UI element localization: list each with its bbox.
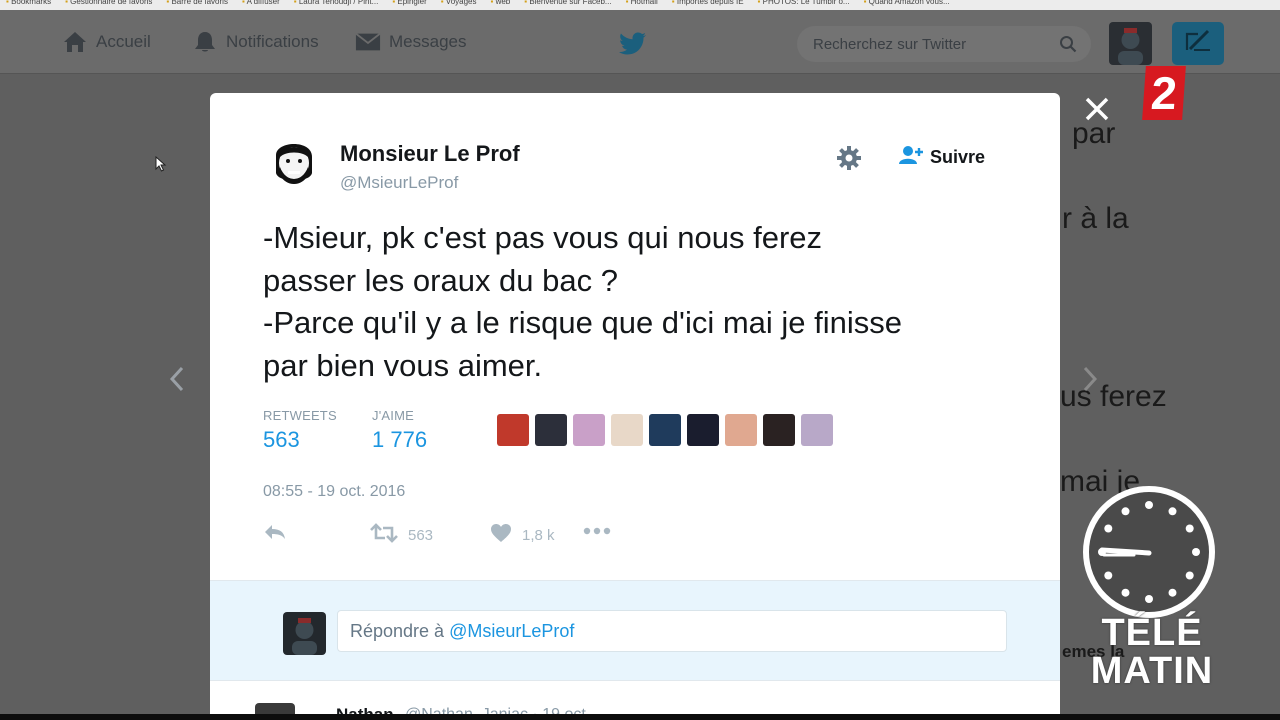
gear-icon[interactable] xyxy=(836,145,862,171)
search-placeholder: Recherchez sur Twitter xyxy=(813,35,967,53)
nav-messages-label: Messages xyxy=(389,32,467,51)
bookmark-item[interactable]: Quand Amazon vous... xyxy=(864,0,950,10)
bookmark-item[interactable]: A diffuser xyxy=(242,0,280,10)
background-text-line: us ferez xyxy=(1060,380,1167,413)
reply-prefix: Répondre à xyxy=(350,620,445,641)
close-icon[interactable] xyxy=(1082,94,1112,124)
bookmark-item[interactable]: Barre de favoris xyxy=(166,0,227,10)
video-bottom-bar xyxy=(0,714,1280,720)
bookmark-item[interactable]: Importés depuis IE xyxy=(672,0,744,10)
reply-button[interactable] xyxy=(263,523,287,545)
retweet-button[interactable]: 563 xyxy=(370,523,433,547)
current-user-avatar xyxy=(283,612,326,655)
retweet-action-count: 563 xyxy=(408,526,434,544)
liker-avatar[interactable] xyxy=(573,414,605,446)
like-action-count: 1,8 k xyxy=(522,526,555,544)
retweet-icon xyxy=(370,523,398,547)
more-dots-icon xyxy=(583,523,611,540)
liker-avatar[interactable] xyxy=(687,414,719,446)
liker-avatar[interactable] xyxy=(801,414,833,446)
retweets-label: RETWEETS xyxy=(263,408,337,423)
likes-count[interactable]: 1 776 xyxy=(372,427,427,453)
follow-label: Suivre xyxy=(930,147,986,167)
show-title-line2: MATIN xyxy=(1090,650,1214,692)
show-title: TÉLÉ MATIN xyxy=(1085,614,1219,690)
like-button[interactable]: 1,8 k xyxy=(490,523,555,547)
bell-icon xyxy=(192,30,218,54)
bookmark-item[interactable]: Laura Tenoudji / Pint... xyxy=(294,0,378,10)
background-text-line: r à la xyxy=(1062,202,1129,235)
nav-notifications-label: Notifications xyxy=(226,32,319,51)
author-handle[interactable]: @MsieurLeProf xyxy=(340,173,458,193)
tweet-timestamp[interactable]: 08:55 - 19 oct. 2016 xyxy=(263,483,405,501)
liker-avatar[interactable] xyxy=(649,414,681,446)
likers-list xyxy=(497,414,833,446)
previous-tweet-arrow[interactable] xyxy=(167,364,187,394)
liker-avatar[interactable] xyxy=(535,414,567,446)
mouse-cursor-icon xyxy=(155,155,167,177)
bookmark-item[interactable]: Voyages xyxy=(441,0,477,10)
profile-avatar[interactable] xyxy=(1109,22,1152,65)
envelope-icon xyxy=(355,30,381,54)
author-display-name[interactable]: Monsieur Le Prof xyxy=(340,141,520,167)
heart-icon xyxy=(490,523,512,547)
next-tweet-arrow[interactable] xyxy=(1080,364,1100,394)
tweet-text: -Msieur, pk c'est pas vous qui nous fere… xyxy=(263,220,903,383)
channel-logo: 2 xyxy=(1142,66,1186,120)
compose-tweet-button[interactable] xyxy=(1172,22,1224,65)
reply-input[interactable]: Répondre à @MsieurLeProf xyxy=(337,610,1007,652)
nav-home-label: Accueil xyxy=(96,32,151,51)
twitter-bird-icon[interactable] xyxy=(619,32,647,61)
bookmark-item[interactable]: Bienvenue sur Faceb... xyxy=(524,0,611,10)
top-navigation: Accueil Notifications Messages Recherche… xyxy=(0,10,1280,74)
clock-icon xyxy=(1082,485,1216,619)
retweets-count[interactable]: 563 xyxy=(263,427,300,453)
bookmark-item[interactable]: Bookmarks xyxy=(6,0,51,10)
bookmarks-bar: Bookmarks Gestionnaire de favoris Barre de… xyxy=(0,0,1280,10)
search-icon[interactable] xyxy=(1059,35,1077,57)
more-options-button[interactable] xyxy=(583,523,611,540)
nav-home[interactable]: Accueil xyxy=(62,30,151,54)
bookmark-item[interactable]: web xyxy=(491,0,511,10)
bookmark-item[interactable]: Hotmail xyxy=(626,0,658,10)
bookmark-item[interactable]: PHOTOS: Le Tumblr o... xyxy=(758,0,850,10)
follow-button[interactable]: Suivre xyxy=(898,145,985,170)
search-input[interactable]: Recherchez sur Twitter xyxy=(797,26,1091,62)
home-icon xyxy=(62,30,88,54)
add-user-icon xyxy=(898,145,924,170)
liker-avatar[interactable] xyxy=(497,414,529,446)
tweet-modal: Monsieur Le Prof @MsieurLeProf Suivre -M… xyxy=(210,93,1060,720)
bookmark-item[interactable]: Gestionnaire de favoris xyxy=(65,0,152,10)
nav-messages[interactable]: Messages xyxy=(355,30,466,54)
liker-avatar[interactable] xyxy=(725,414,757,446)
reply-icon xyxy=(263,523,287,545)
likes-label: J'AIME xyxy=(372,408,414,423)
bookmark-item[interactable]: Épingler xyxy=(392,0,426,10)
liker-avatar[interactable] xyxy=(611,414,643,446)
show-title-line1: TÉLÉ xyxy=(1101,612,1203,654)
compose-icon xyxy=(1184,28,1212,59)
liker-avatar[interactable] xyxy=(763,414,795,446)
author-avatar[interactable] xyxy=(266,133,322,189)
nav-notifications[interactable]: Notifications xyxy=(192,30,319,54)
tweet-actions: 563 1,8 k xyxy=(263,523,663,549)
reply-mention: @MsieurLeProf xyxy=(449,620,575,641)
